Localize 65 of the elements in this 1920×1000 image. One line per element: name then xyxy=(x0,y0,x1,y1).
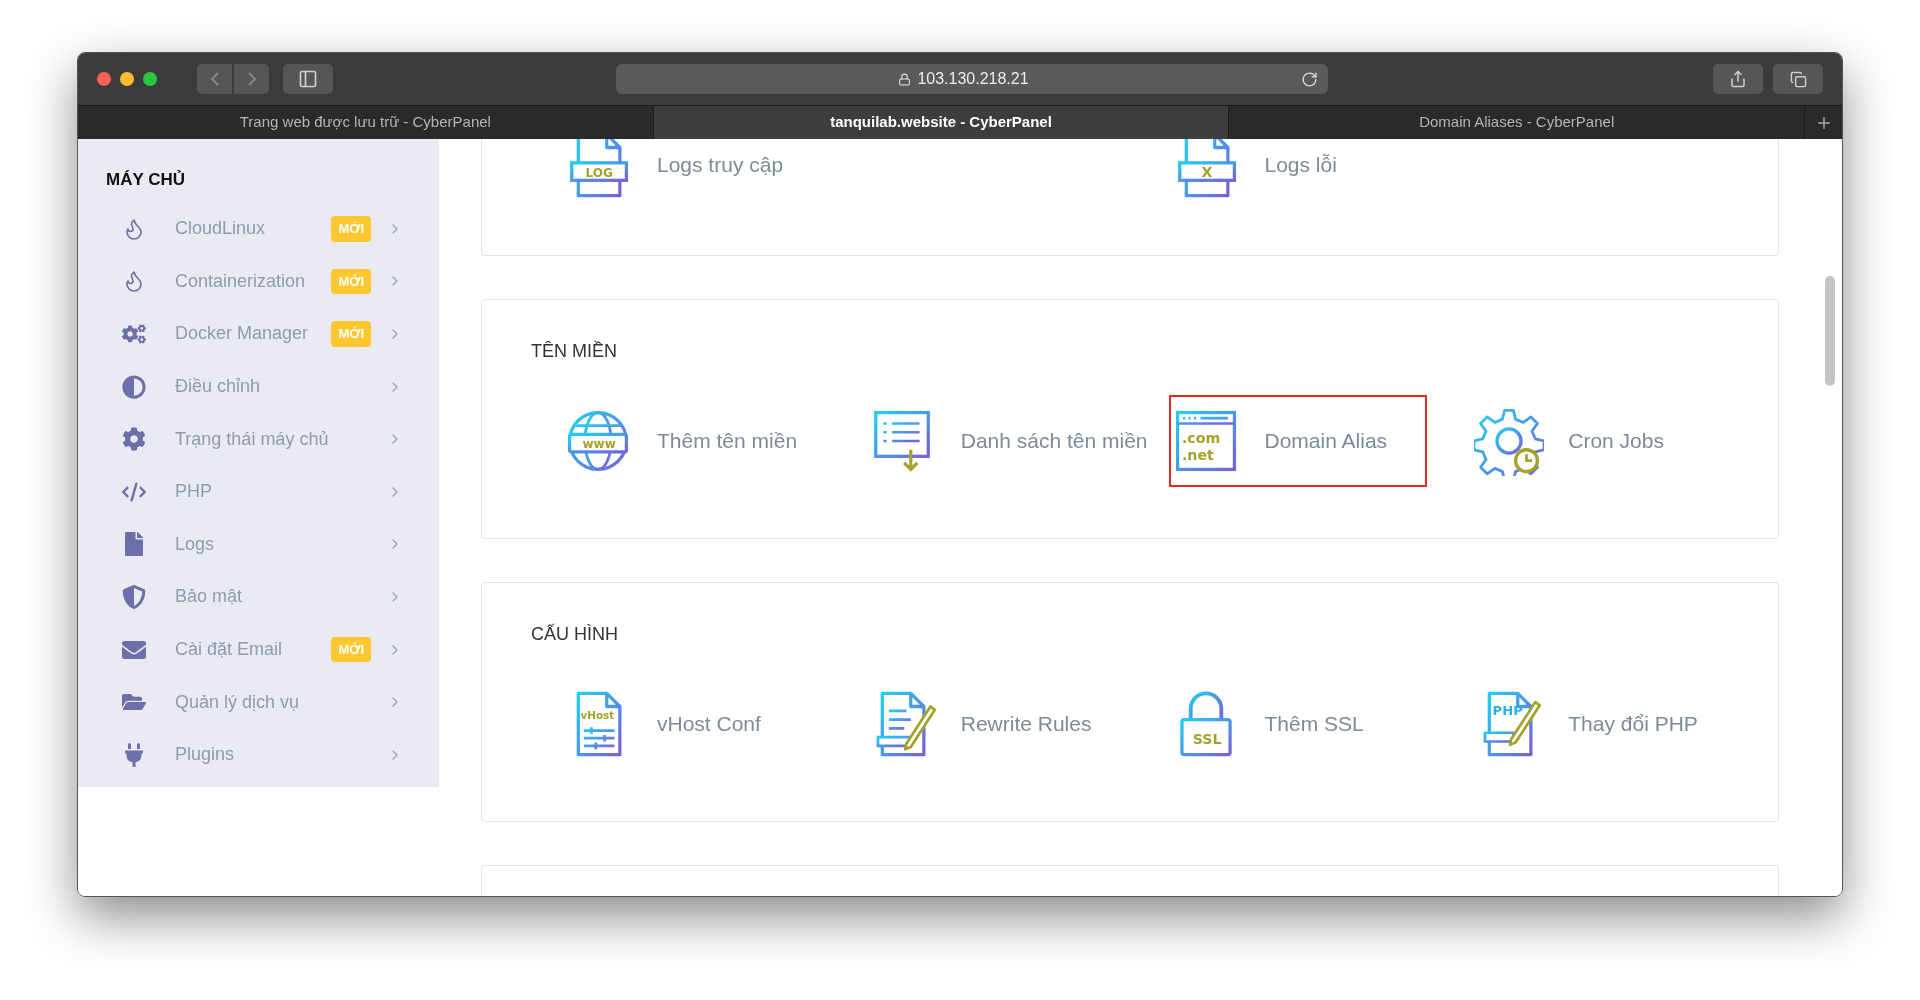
section-title: CẤU HÌNH xyxy=(530,622,619,646)
shortcut-tile[interactable]: X Logs lỗi xyxy=(1168,139,1377,211)
sidebar-item[interactable]: Điều chỉnh xyxy=(78,360,439,413)
sidebar-toggle-button[interactable] xyxy=(283,64,333,94)
tile-label: Cron Jobs xyxy=(1568,428,1664,455)
sidebar-item[interactable]: CloudLinux MỚI xyxy=(78,202,439,256)
shortcut-tile[interactable]: LOG Logs truy cập xyxy=(561,139,824,211)
settings-icon xyxy=(122,427,146,452)
shortcut-tile[interactable]: SSL Thêm SSL xyxy=(1168,678,1404,770)
file-icon xyxy=(122,532,146,557)
sidebar-item[interactable]: Bảo mật xyxy=(78,570,439,624)
shortcut-tile[interactable]: www Thêm tên miền xyxy=(561,395,838,487)
plug-icon xyxy=(122,742,146,767)
tile-label: vHost Conf xyxy=(657,711,761,738)
tile-label: Thêm tên miền xyxy=(657,428,798,455)
sidebar-item[interactable]: PHP xyxy=(78,465,439,519)
share-button[interactable] xyxy=(1713,64,1763,94)
shield-icon xyxy=(122,584,146,609)
sidebar-item[interactable]: Logs xyxy=(78,518,439,571)
tabs-icon xyxy=(1789,70,1807,88)
tile-label: Domain Alias xyxy=(1264,428,1388,455)
shortcut-tile[interactable]: Cron Jobs xyxy=(1472,395,1704,487)
lock-icon xyxy=(898,72,912,86)
shortcut-tile[interactable]: vHost vHost Conf xyxy=(561,678,801,770)
tile-label: Rewrite Rules xyxy=(960,711,1092,738)
section-title: TÊN MIỀN xyxy=(530,339,618,363)
new-tab-button[interactable] xyxy=(1805,106,1842,139)
close-button[interactable] xyxy=(97,72,111,86)
sidebar-icon xyxy=(298,69,318,89)
sidebar-item[interactable]: Containerization MỚI xyxy=(78,255,439,308)
sidebar-item[interactable]: Plugins xyxy=(78,728,439,782)
browser-tab[interactable]: Trang web được lưu trữ - CyberPanel xyxy=(78,106,654,139)
tile-label: Thay đổi PHP xyxy=(1568,711,1698,738)
contrast-icon xyxy=(122,374,146,399)
reload-icon[interactable] xyxy=(1301,70,1318,88)
sidebar-item[interactable]: Trạng thái máy chủ xyxy=(78,412,439,466)
address-text: 103.130.218.21 xyxy=(917,69,1029,89)
minimize-button[interactable] xyxy=(120,72,134,86)
shortcut-tile[interactable]: Rewrite Rules xyxy=(864,678,1132,770)
tab-overview-button[interactable] xyxy=(1773,64,1823,94)
browser-tab[interactable]: Domain Aliases - CyberPanel xyxy=(1229,106,1805,139)
tile-label: Danh sách tên miền xyxy=(960,428,1148,455)
gear-clock-icon xyxy=(1474,406,1545,476)
back-icon xyxy=(210,72,219,86)
sidebar-section-title: MÁY CHỦ xyxy=(105,169,187,191)
tile-label: Logs lỗi xyxy=(1264,152,1337,179)
forward-icon xyxy=(247,72,256,86)
shortcut-tile[interactable]: PHP Thay đổi PHP xyxy=(1472,678,1738,770)
address-bar[interactable]: 103.130.218.21 xyxy=(616,64,1328,94)
tile-label: Logs truy cập xyxy=(657,152,784,179)
new-badge: MỚI xyxy=(331,321,371,347)
sidebar-item[interactable]: Quản lý dịch vụ xyxy=(78,675,439,729)
new-badge: MỚI xyxy=(331,636,371,663)
new-badge: MỚI xyxy=(331,216,371,242)
tile-label: Thêm SSL xyxy=(1264,711,1364,738)
sidebar-item[interactable]: Cài đặt Email MỚI xyxy=(78,623,439,676)
share-icon xyxy=(1729,70,1747,88)
browser-tab[interactable]: tanquilab.website - CyberPanel xyxy=(653,106,1230,139)
code-icon xyxy=(122,479,146,504)
new-badge: MỚI xyxy=(331,268,371,295)
scrollbar-thumb[interactable] xyxy=(1825,276,1835,386)
maximize-button[interactable] xyxy=(143,72,157,86)
sidebar-item[interactable]: Docker Manager MỚI xyxy=(78,307,439,361)
gears-icon xyxy=(122,322,146,346)
shortcut-tile[interactable]: .com .net Domain Alias xyxy=(1168,395,1428,487)
